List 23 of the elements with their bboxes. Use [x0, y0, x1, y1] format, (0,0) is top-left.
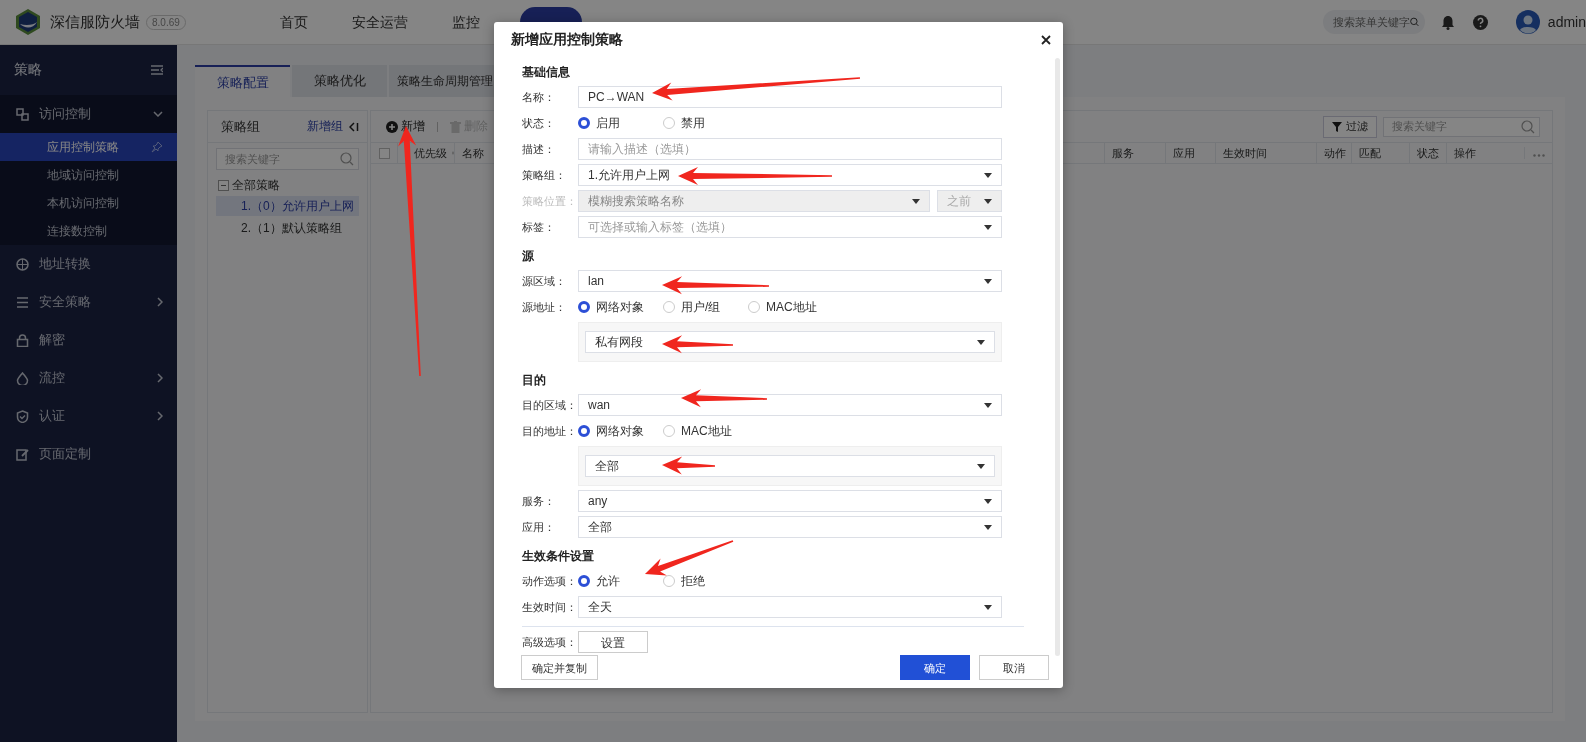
field-label: 策略位置：: [522, 193, 578, 209]
panel-title: 策略组: [221, 117, 261, 136]
dialog-title: 新增应用控制策略: [511, 31, 623, 49]
field-label: 动作选项：: [522, 573, 578, 589]
field-label: 服务：: [522, 493, 556, 509]
field-label: 源地址：: [522, 299, 567, 315]
app-title: 深信服防火墙: [50, 12, 140, 32]
field-label: 目的区域：: [522, 397, 578, 413]
field-label: 源区域：: [522, 273, 567, 289]
field-label: 生效时间：: [522, 599, 578, 615]
section-title: 基础信息: [522, 64, 570, 81]
section-title: 生效条件设置: [522, 548, 594, 565]
field-label: 高级选项：: [522, 634, 578, 650]
field-label: 名称：: [522, 89, 556, 105]
field-label: 描述：: [522, 141, 556, 157]
field-label: 策略组：: [522, 167, 567, 183]
field-label: 应用：: [522, 519, 556, 535]
section-title: 源: [522, 248, 534, 265]
field-label: 目的地址：: [522, 423, 578, 439]
field-label: 标签：: [522, 219, 556, 235]
sidebar-title: 策略: [14, 61, 42, 79]
field-label: 状态：: [522, 115, 556, 131]
section-title: 目的: [522, 372, 546, 389]
